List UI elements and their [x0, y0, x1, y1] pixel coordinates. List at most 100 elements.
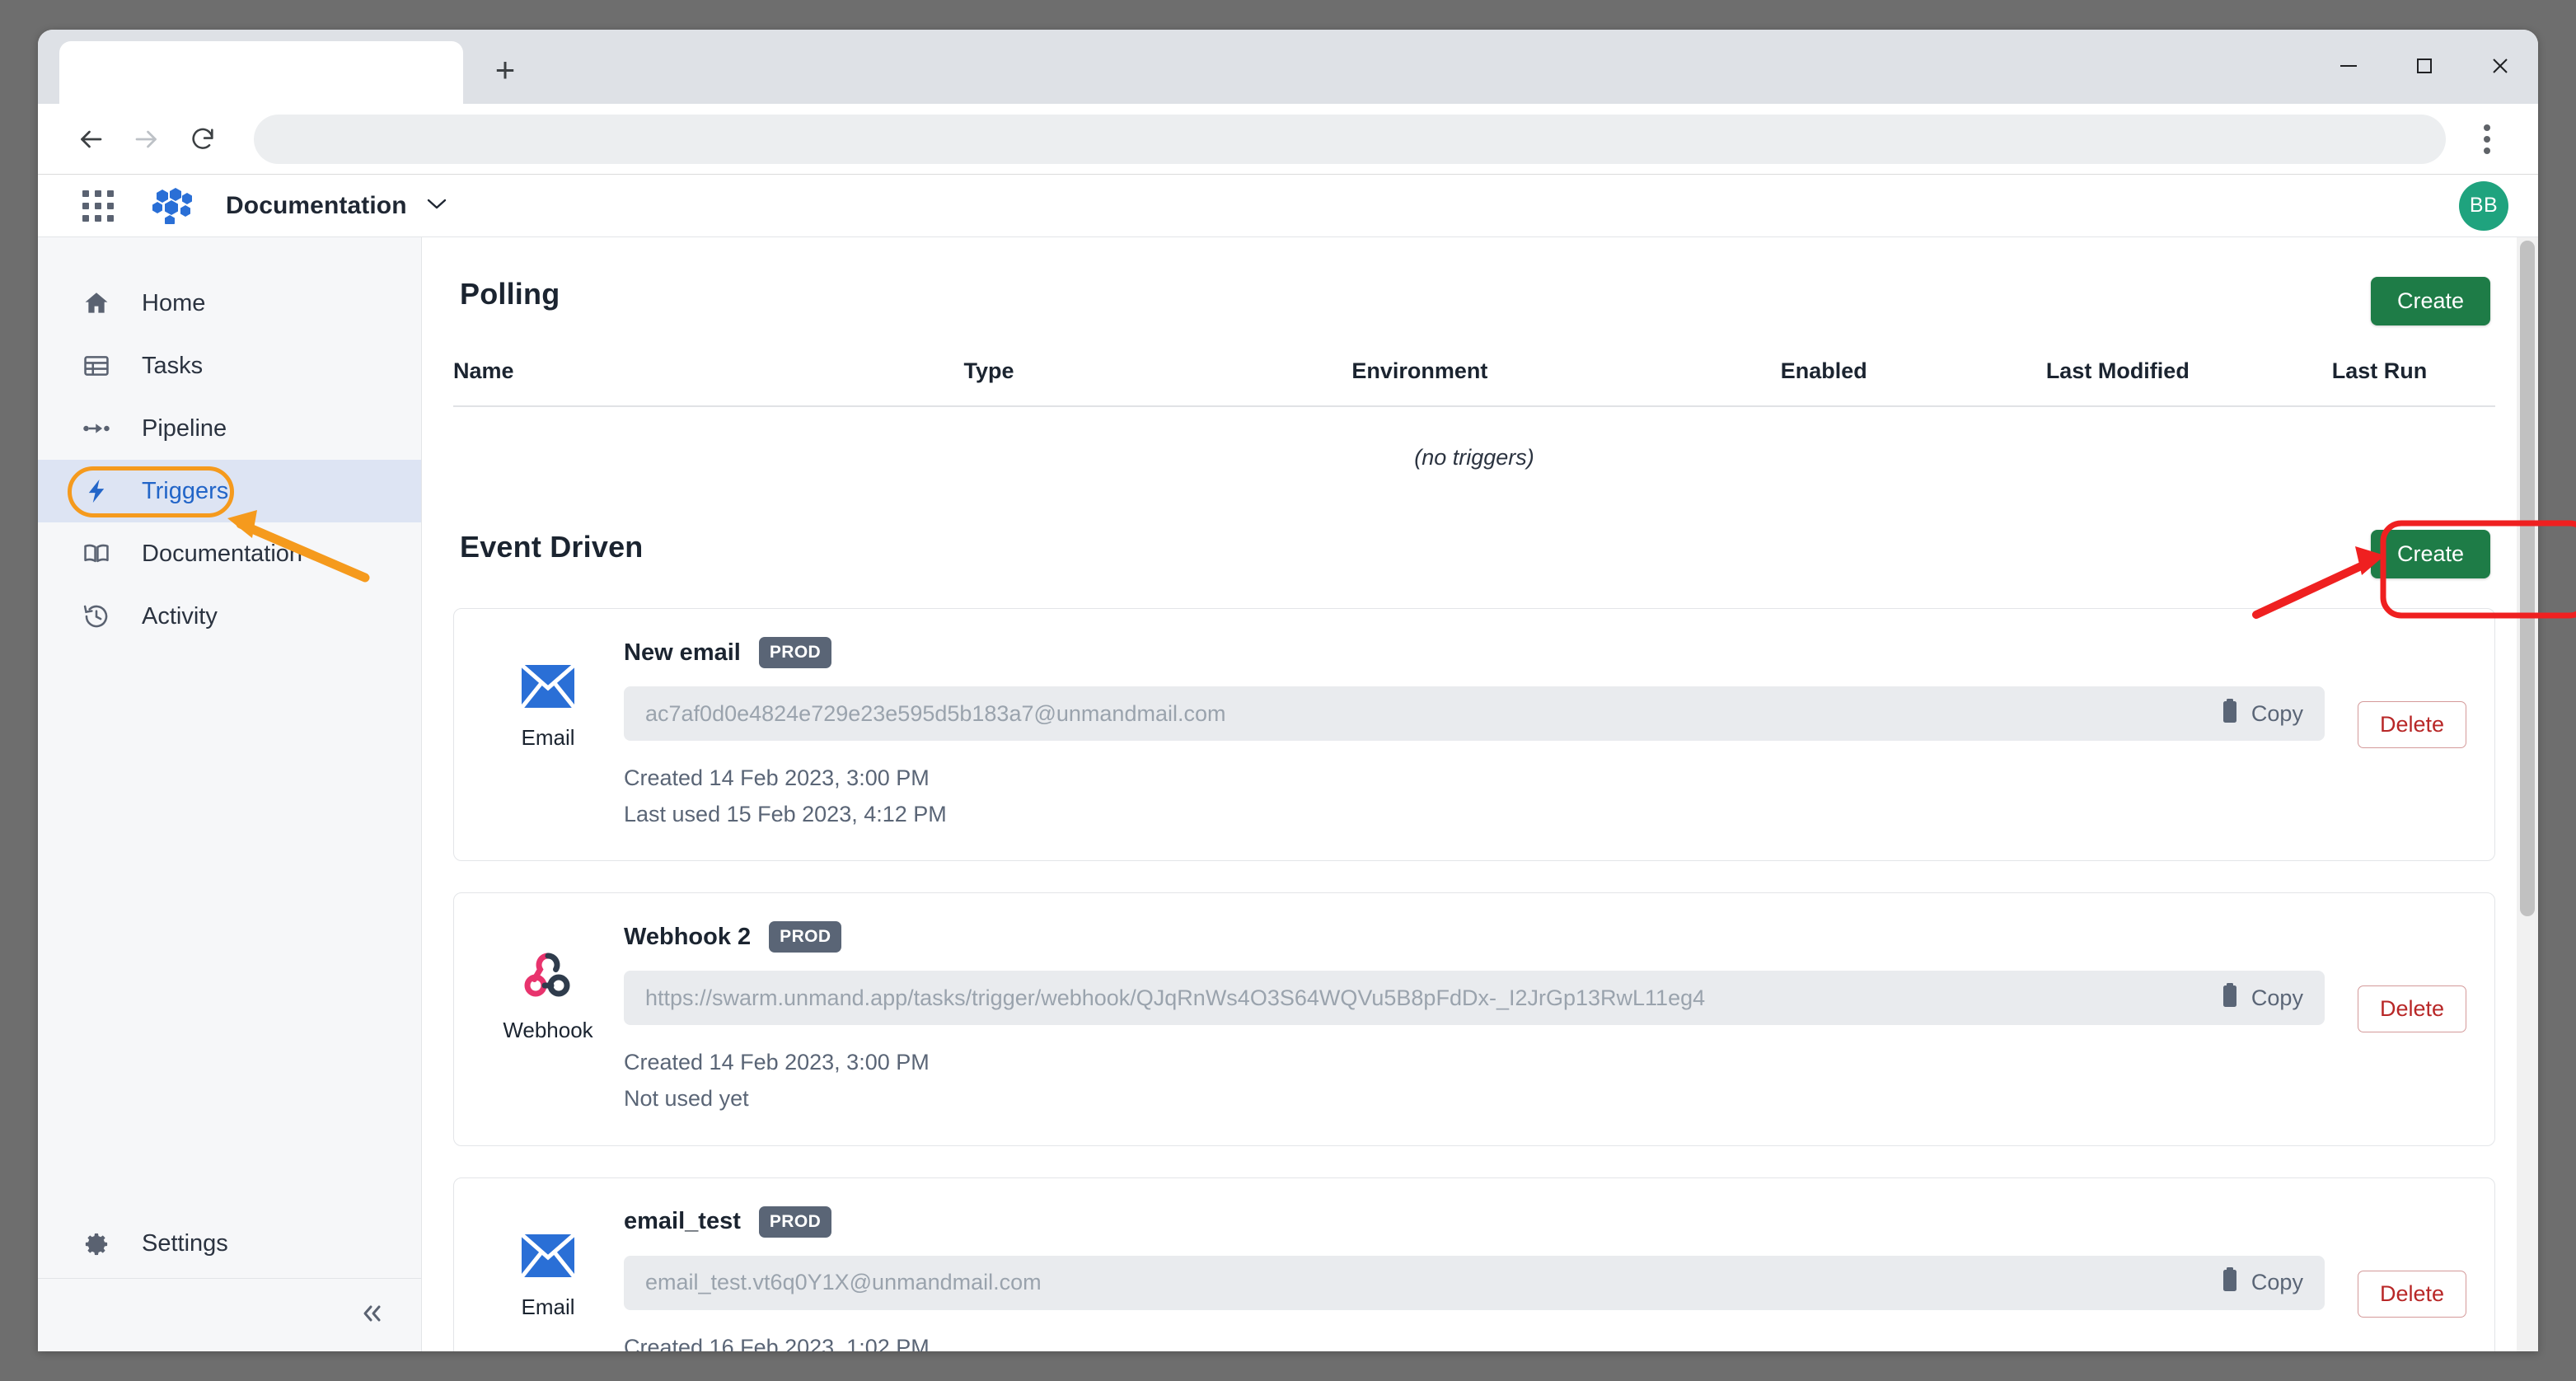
address-bar[interactable] — [254, 114, 2446, 164]
sidebar-item-label: Documentation — [142, 540, 303, 567]
trigger-actions: Delete — [2325, 1206, 2466, 1318]
trigger-value-field[interactable]: ac7af0d0e4824e729e23e595d5b183a7@unmandm… — [624, 686, 2325, 741]
trigger-value-field[interactable]: email_test.vt6q0Y1X@unmandmail.com Copy — [624, 1255, 2325, 1310]
copy-button[interactable]: Copy — [2204, 1267, 2303, 1298]
event-driven-title: Event Driven — [460, 530, 644, 564]
trigger-name: Webhook 2 — [624, 923, 752, 950]
unmand-hex-logo-icon — [150, 187, 194, 224]
trigger-last-used: Not used yet — [624, 1086, 749, 1112]
table-icon — [82, 352, 120, 380]
sidebar-item-home[interactable]: Home — [38, 272, 421, 335]
avatar[interactable]: BB — [2459, 180, 2508, 231]
close-icon[interactable] — [2462, 30, 2538, 102]
browser-tab[interactable] — [59, 41, 463, 104]
sidebar-item-label: Pipeline — [142, 414, 227, 442]
trigger-details: Webhook 2 PROD https://swarm.unmand.app/… — [617, 921, 2325, 1117]
column-header-name: Name — [453, 358, 964, 407]
copy-button[interactable]: Copy — [2204, 982, 2303, 1014]
book-icon — [82, 540, 120, 568]
forward-arrow-icon[interactable] — [119, 111, 175, 167]
lightning-bolt-icon — [82, 477, 120, 505]
trigger-title-row: Webhook 2 PROD — [624, 921, 2325, 953]
trigger-value: https://swarm.unmand.app/tasks/trigger/w… — [645, 985, 1706, 1010]
apps-grid-icon[interactable] — [82, 190, 114, 222]
trigger-card: Email New email PROD ac7af0d0e4824e729e2… — [453, 608, 2495, 862]
sidebar: Home Tasks Pipeline Triggers Documentati… — [38, 237, 422, 1351]
trigger-actions: Delete — [2325, 637, 2466, 748]
polling-create-button[interactable]: Create — [2370, 277, 2490, 325]
status-badge: PROD — [758, 637, 832, 668]
trigger-card: Email email_test PROD email_test.vt6q0Y1… — [453, 1177, 2495, 1351]
kebab-menu-icon[interactable] — [2464, 111, 2510, 167]
trigger-name: email_test — [624, 1208, 741, 1235]
sidebar-item-label: Activity — [142, 602, 218, 630]
clipboard-icon — [2220, 1267, 2240, 1298]
trigger-name: New email — [624, 639, 741, 666]
main-scrollbar[interactable] — [2517, 237, 2538, 1351]
sidebar-item-label: Tasks — [142, 352, 204, 379]
event-driven-create-button[interactable]: Create — [2370, 530, 2490, 578]
polling-table-header-row: Name Type Environment Enabled Last Modif… — [453, 358, 2495, 407]
trigger-value: ac7af0d0e4824e729e23e595d5b183a7@unmandm… — [645, 700, 1226, 726]
workspace-name[interactable]: Documentation — [226, 192, 407, 220]
sidebar-item-tasks[interactable]: Tasks — [38, 335, 421, 397]
reload-icon[interactable] — [175, 111, 231, 167]
column-header-environment: Environment — [1351, 358, 1781, 407]
polling-empty-state: (no triggers) — [1414, 445, 1534, 470]
trigger-type-label: Webhook — [503, 1018, 593, 1043]
minimize-icon[interactable] — [2311, 30, 2386, 102]
app-header: Documentation BB — [38, 175, 2538, 237]
trigger-title-row: email_test PROD — [624, 1205, 2325, 1238]
sidebar-item-activity[interactable]: Activity — [38, 585, 421, 648]
maximize-icon[interactable] — [2386, 30, 2462, 102]
trigger-value-field[interactable]: https://swarm.unmand.app/tasks/trigger/w… — [624, 971, 2325, 1026]
email-envelope-icon — [520, 1233, 576, 1281]
trigger-title-row: New email PROD — [624, 637, 2325, 668]
column-header-last-run: Last Run — [2331, 358, 2495, 407]
browser-toolbar — [38, 104, 2538, 175]
delete-button[interactable]: Delete — [2357, 985, 2466, 1033]
polling-table: Name Type Environment Enabled Last Modif… — [453, 358, 2495, 407]
main-content: Polling Create Name Type Environment Ena… — [422, 237, 2538, 1351]
double-chevron-left-icon — [358, 1299, 386, 1332]
copy-label: Copy — [2250, 700, 2303, 726]
trigger-created: Created 14 Feb 2023, 3:00 PM — [624, 1050, 930, 1075]
event-driven-section-header: Event Driven Create — [453, 530, 2495, 578]
column-header-type: Type — [963, 358, 1352, 407]
browser-tab-strip: + — [38, 30, 2538, 104]
trigger-details: email_test PROD email_test.vt6q0Y1X@unma… — [617, 1205, 2325, 1351]
status-badge: PROD — [758, 1205, 832, 1238]
copy-button[interactable]: Copy — [2204, 698, 2303, 729]
copy-label: Copy — [2250, 985, 2303, 1010]
trigger-meta: Created 14 Feb 2023, 3:00 PM Last used 1… — [624, 761, 2325, 832]
history-clock-icon — [82, 602, 120, 630]
main-scrollbar-thumb[interactable] — [2520, 241, 2535, 916]
sidebar-settings-label: Settings — [142, 1230, 228, 1257]
clipboard-icon — [2220, 698, 2240, 729]
polling-section-header: Polling Create — [453, 277, 2495, 325]
application: Documentation BB Home Tasks Pipeline Tri… — [38, 175, 2538, 1351]
sidebar-item-settings[interactable]: Settings — [38, 1210, 421, 1279]
app-body: Home Tasks Pipeline Triggers Documentati… — [38, 237, 2538, 1351]
trigger-created: Created 16 Feb 2023, 1:02 PM — [624, 1334, 930, 1351]
sidebar-item-documentation[interactable]: Documentation — [38, 522, 421, 585]
back-arrow-icon[interactable] — [63, 111, 119, 167]
trigger-type-label: Email — [521, 1294, 575, 1319]
column-header-last-modified: Last Modified — [2045, 358, 2332, 407]
sidebar-item-pipeline[interactable]: Pipeline — [38, 397, 421, 460]
chevron-down-icon[interactable] — [425, 196, 448, 215]
sidebar-collapse-button[interactable] — [38, 1279, 421, 1351]
plus-icon[interactable]: + — [475, 40, 536, 101]
copy-label: Copy — [2250, 1270, 2303, 1295]
sidebar-item-triggers[interactable]: Triggers — [38, 460, 421, 522]
trigger-actions: Delete — [2325, 921, 2466, 1033]
delete-button[interactable]: Delete — [2357, 701, 2466, 748]
pipeline-icon — [82, 414, 120, 442]
trigger-meta: Created 16 Feb 2023, 1:02 PM Not used ye… — [624, 1330, 2325, 1351]
trigger-type-label: Email — [521, 725, 575, 750]
gear-icon — [82, 1230, 120, 1258]
trigger-value: email_test.vt6q0Y1X@unmandmail.com — [645, 1270, 1042, 1295]
delete-button[interactable]: Delete — [2357, 1270, 2466, 1318]
trigger-details: New email PROD ac7af0d0e4824e729e23e595d… — [617, 637, 2325, 832]
